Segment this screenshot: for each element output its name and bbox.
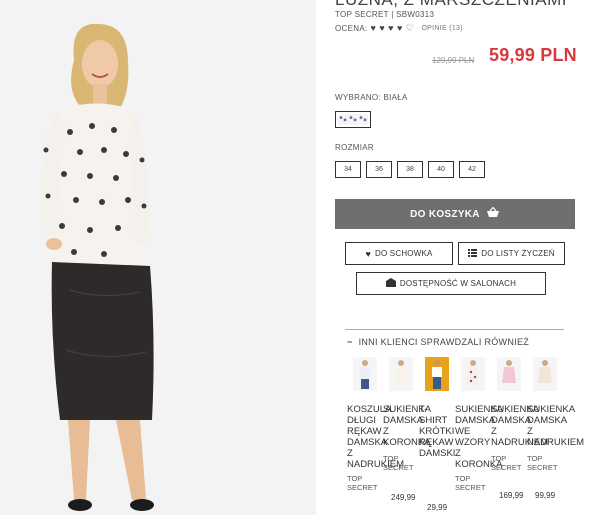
basket-icon — [486, 206, 500, 221]
size-option[interactable]: 38 — [397, 161, 423, 178]
store-availability-button[interactable]: DOSTĘPNOŚĆ W SALONACH — [356, 272, 546, 295]
product-thumbnail[interactable] — [461, 357, 485, 391]
size-option[interactable]: 36 — [366, 161, 392, 178]
add-to-cart-label: DO KOSZYKA — [410, 208, 480, 220]
add-to-cart-button[interactable]: DO KOSZYKA — [335, 199, 575, 229]
rating-label: OCENA: — [335, 24, 368, 33]
divider — [345, 329, 564, 330]
recommended-item[interactable]: SUKIENKA DAMSKA Z NADRUKIEM TOP SECRET 9… — [527, 357, 584, 500]
gift-list-label: DO LISTY ŻYCZEŃ — [481, 249, 555, 258]
item-brand: TOP SECRET — [383, 454, 414, 472]
current-price: 59,99 PLN — [489, 45, 577, 65]
store-availability-label: DOSTĘPNOŚĆ W SALONACH — [399, 279, 517, 288]
wishlist-label: DO SCHOWKA — [374, 249, 433, 258]
size-option[interactable]: 42 — [459, 161, 485, 178]
item-name: T-SHIRT KRÓTKI RĘKAW DAMSKI — [419, 404, 456, 459]
size-label: ROZMIAR — [335, 143, 374, 152]
item-brand: TOP SECRET — [455, 474, 486, 492]
product-thumbnail[interactable] — [353, 357, 377, 391]
item-name: SUKIENKA DAMSKA Z NADRUKIEM — [527, 404, 585, 448]
selected-color-label: WYBRANO: BIAŁA — [335, 93, 408, 102]
model-illustration — [0, 0, 316, 515]
recommended-item[interactable]: T-SHIRT KRÓTKI RĘKAW DAMSKI 29,99 — [419, 357, 455, 512]
item-price: 29,99 — [427, 503, 448, 512]
item-price: 169,99 — [499, 491, 524, 500]
item-price: 99,99 — [535, 491, 556, 500]
reviews-link[interactable]: OPINIE (13) — [421, 25, 462, 32]
heart-icon: ♥ — [365, 248, 371, 259]
item-name: SUKIENKA DAMSKA Z KORONKĄ — [383, 404, 431, 448]
item-name: SUKIENKA DAMSKA WE WZORY Z KORONKĄ — [455, 404, 503, 470]
color-swatch-white[interactable] — [335, 111, 371, 128]
minus-icon: − — [347, 337, 353, 347]
product-title: LUŹNA, Z MARSZCZENIAMI — [335, 0, 567, 10]
product-photo — [0, 0, 316, 515]
recommended-item[interactable]: SUKIENKA DAMSKA WE WZORY Z KORONKĄ TOP S… — [455, 357, 503, 492]
item-price: 249,99 — [391, 493, 416, 502]
product-thumbnail[interactable] — [389, 357, 413, 391]
item-name: SUKIENKA DAMSKA Z NADRUKIEM — [491, 404, 549, 448]
recommended-item[interactable]: SUKIENKA DAMSKA Z KORONKĄ TOP SECRET 249… — [383, 357, 431, 502]
product-thumbnail[interactable] — [425, 357, 449, 391]
size-option[interactable]: 34 — [335, 161, 361, 178]
recommended-item[interactable]: KOSZULA DŁUGI RĘKAW DAMSKA Z NADRUKIEM T… — [347, 357, 404, 492]
product-info: LUŹNA, Z MARSZCZENIAMI TOP SECRET | SBW0… — [335, 0, 595, 515]
size-option[interactable]: 40 — [428, 161, 454, 178]
add-to-gift-list-button[interactable]: DO LISTY ŻYCZEŃ — [458, 242, 565, 265]
rating-hearts-icon: ♥ ♥ ♥ ♥ ♡ — [370, 23, 415, 33]
store-icon — [385, 277, 396, 290]
rating: OCENA: ♥ ♥ ♥ ♥ ♡ OPINIE (13) — [335, 23, 463, 34]
item-brand: TOP SECRET — [491, 454, 522, 472]
recommended-heading-label: INNI KLIENCI SPRAWDZALI RÓWNIEŻ — [358, 337, 530, 347]
size-options: 34 36 38 40 42 — [335, 161, 485, 178]
list-icon — [468, 248, 478, 259]
product-sku: TOP SECRET | SBW0313 — [335, 10, 435, 19]
recommended-item[interactable]: SUKIENKA DAMSKA Z NADRUKIEM TOP SECRET 1… — [491, 357, 548, 500]
item-brand: TOP SECRET — [347, 474, 378, 492]
add-to-wishlist-button[interactable]: ♥ DO SCHOWKA — [345, 242, 453, 265]
old-price: 129,99 PLN — [432, 56, 475, 65]
recommended-heading[interactable]: − INNI KLIENCI SPRAWDZALI RÓWNIEŻ — [347, 337, 529, 347]
item-name: KOSZULA DŁUGI RĘKAW DAMSKA Z NADRUKIEM — [347, 404, 405, 470]
product-thumbnail[interactable] — [497, 357, 521, 391]
product-thumbnail[interactable] — [533, 357, 557, 391]
item-brand: TOP SECRET — [527, 454, 558, 472]
